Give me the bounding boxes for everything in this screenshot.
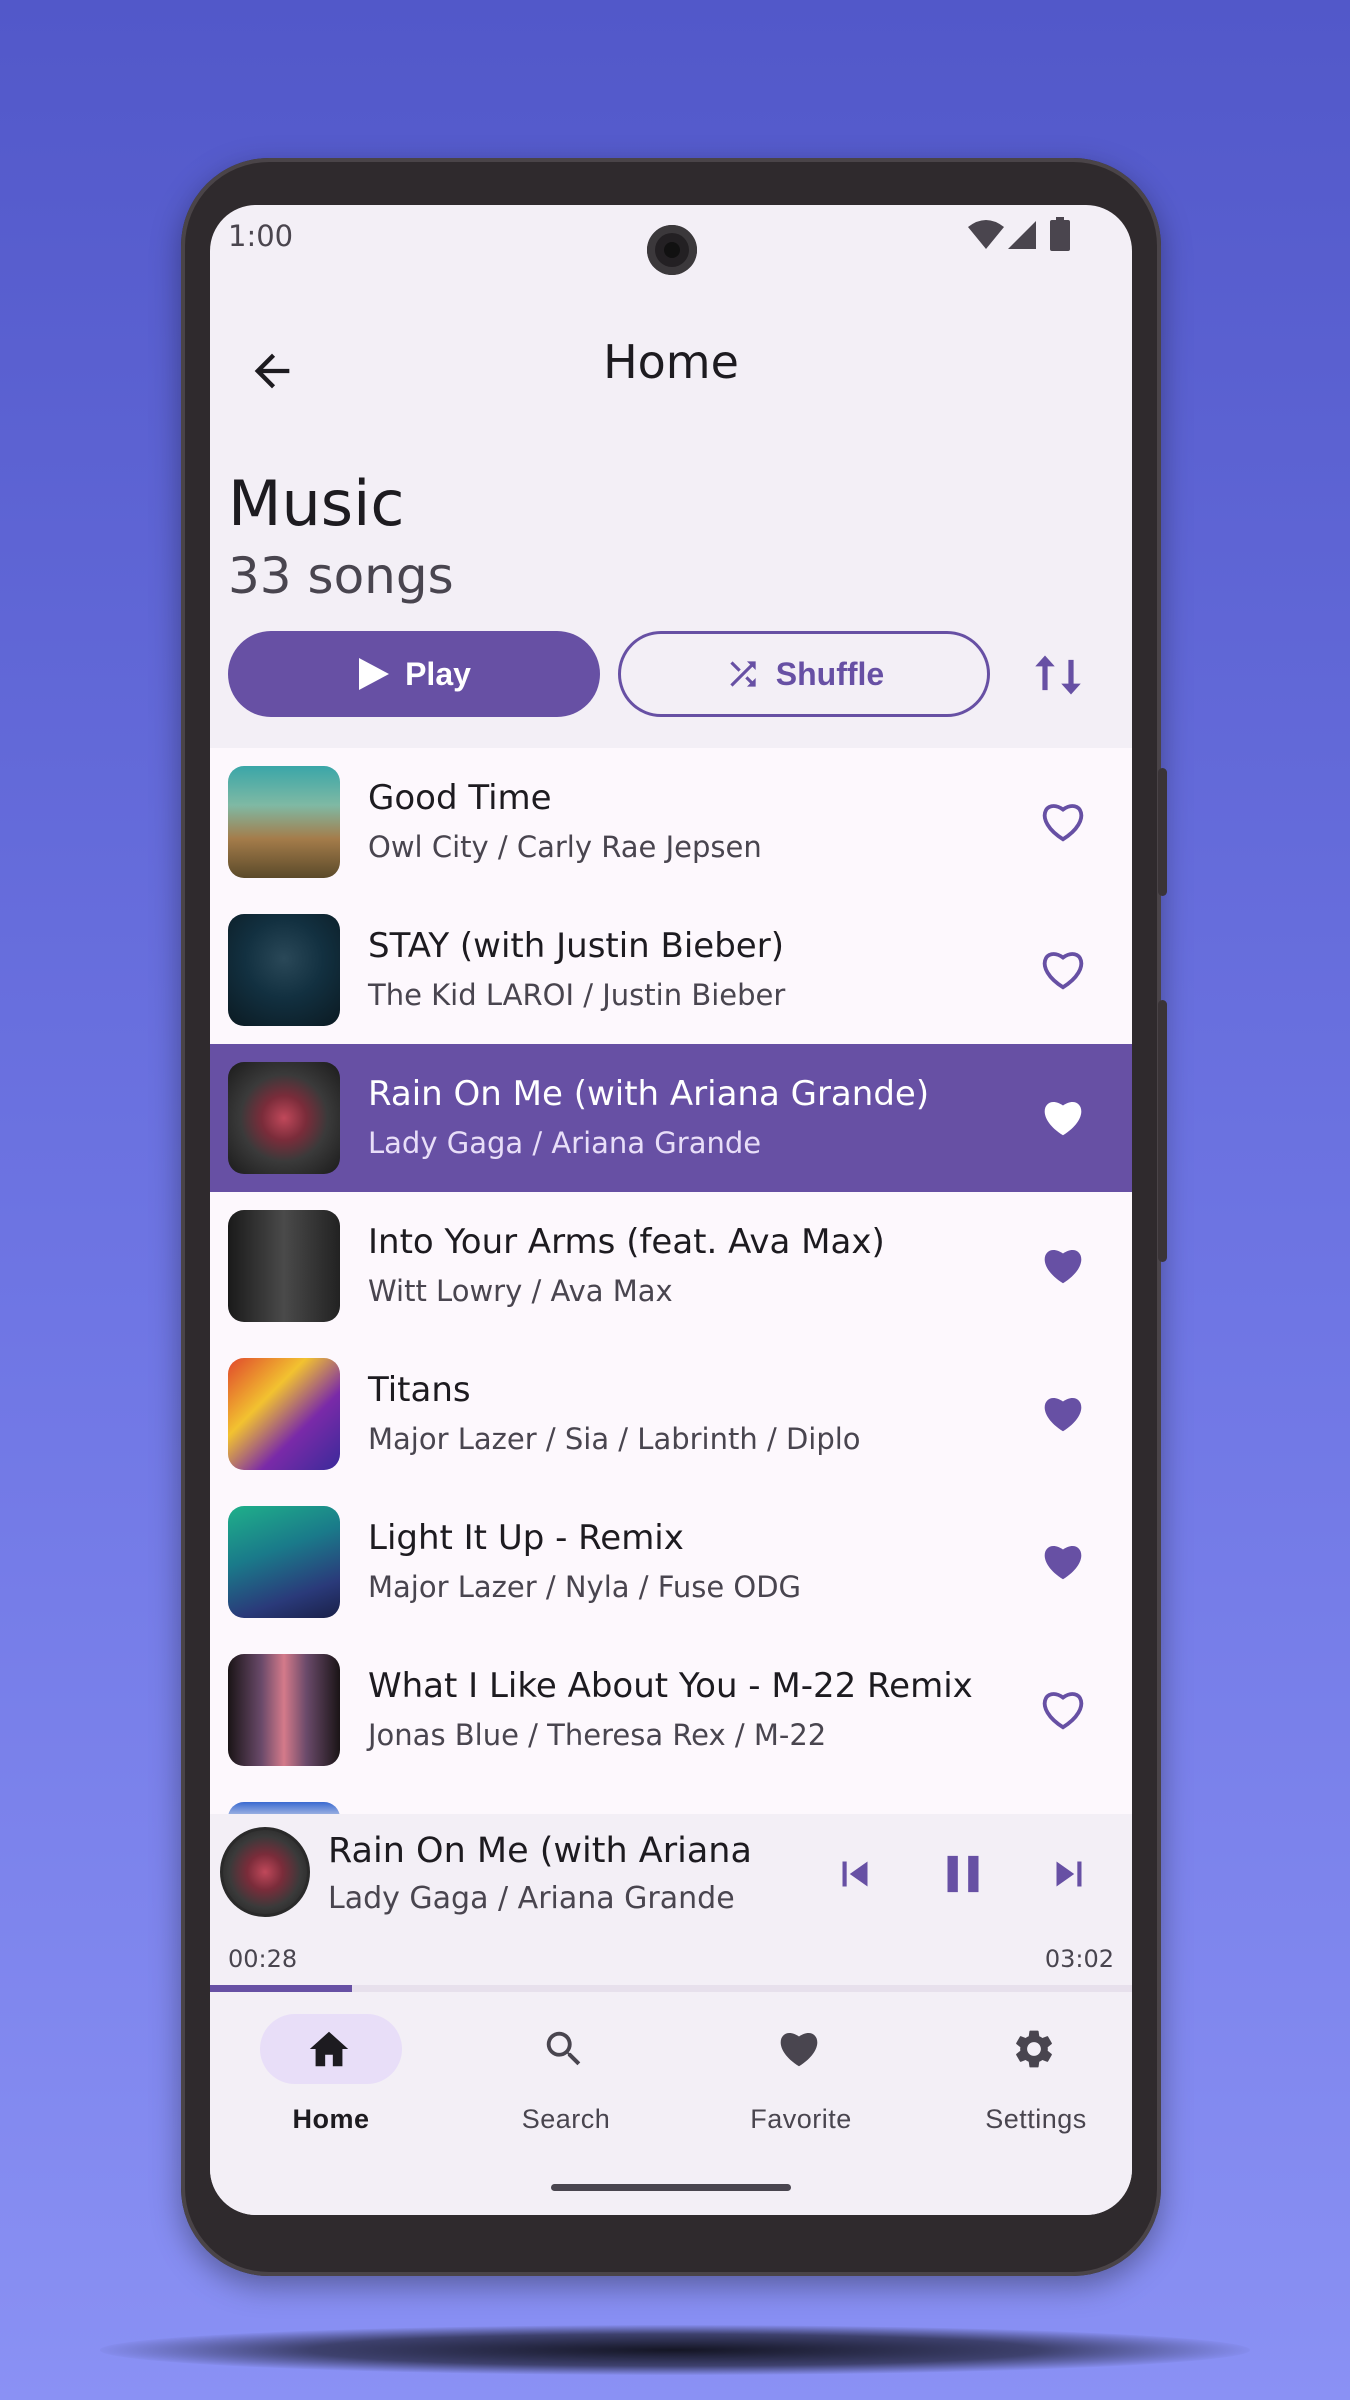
battery-icon bbox=[1050, 217, 1070, 251]
nav-item-home[interactable]: Home bbox=[224, 2012, 424, 2142]
song-title: What I Like About You - M-22 Remix bbox=[368, 1666, 973, 1706]
nav-label-home: Home bbox=[292, 2104, 370, 2134]
bottom-navigation: Home Search Favorite Settings bbox=[210, 1992, 1132, 2215]
shuffle-icon bbox=[730, 661, 756, 687]
search-icon bbox=[546, 2031, 581, 2066]
song-row-partial[interactable] bbox=[210, 1784, 1132, 1814]
status-time: 1:00 bbox=[228, 219, 294, 253]
play-button-label: Play bbox=[405, 655, 471, 692]
device-shadow bbox=[100, 2325, 1250, 2375]
elapsed-time: 00:28 bbox=[228, 1945, 298, 1973]
song-row[interactable]: What I Like About You - M-22 Remix Jonas… bbox=[210, 1636, 1132, 1784]
shuffle-button[interactable]: Shuffle bbox=[618, 631, 990, 717]
heart-filled-icon[interactable] bbox=[1040, 1096, 1086, 1140]
song-row[interactable]: Light It Up - Remix Major Lazer / Nyla /… bbox=[210, 1488, 1132, 1636]
song-row-active[interactable]: Rain On Me (with Ariana Grande) Lady Gag… bbox=[210, 1044, 1132, 1192]
gear-icon bbox=[1016, 2030, 1052, 2068]
heart-outline-icon[interactable] bbox=[1040, 1688, 1086, 1732]
song-row[interactable]: Titans Major Lazer / Sia / Labrinth / Di… bbox=[210, 1340, 1132, 1488]
song-title: Into Your Arms (feat. Ava Max) bbox=[368, 1222, 885, 1262]
total-duration: 03:02 bbox=[1044, 1945, 1114, 1973]
nav-item-favorite[interactable]: Favorite bbox=[694, 2012, 894, 2142]
song-artist: The Kid LAROI / Justin Bieber bbox=[368, 978, 786, 1012]
now-playing-title: Rain On Me (with Ariana bbox=[328, 1831, 752, 1871]
sort-icon[interactable] bbox=[1032, 649, 1084, 701]
album-art bbox=[228, 1210, 340, 1322]
album-art bbox=[228, 1802, 340, 1814]
song-row[interactable]: STAY (with Justin Bieber) The Kid LAROI … bbox=[210, 896, 1132, 1044]
song-title: Good Time bbox=[368, 778, 552, 818]
nav-label-settings: Settings bbox=[985, 2104, 1087, 2134]
pause-icon[interactable] bbox=[932, 1843, 994, 1905]
app-screen: 1:00 Home Music 33 songs Play Shuffle Go… bbox=[210, 205, 1132, 2215]
album-art bbox=[228, 1506, 340, 1618]
nav-label-favorite: Favorite bbox=[750, 2104, 852, 2134]
skip-previous-icon[interactable] bbox=[830, 1849, 880, 1899]
home-icon bbox=[309, 2031, 349, 2067]
album-art bbox=[228, 766, 340, 878]
skip-next-icon[interactable] bbox=[1044, 1849, 1094, 1899]
song-title: Light It Up - Remix bbox=[368, 1518, 684, 1558]
phone-volume-button bbox=[1158, 1000, 1167, 1262]
section-title: Music bbox=[228, 467, 405, 540]
progress-fill bbox=[210, 1985, 352, 1992]
now-playing-art bbox=[220, 1827, 310, 1917]
front-camera bbox=[647, 225, 697, 275]
shuffle-button-label: Shuffle bbox=[775, 655, 885, 692]
song-list: Good Time Owl City / Carly Rae Jepsen ST… bbox=[210, 748, 1132, 1814]
song-artist: Jonas Blue / Theresa Rex / M-22 bbox=[368, 1718, 827, 1752]
album-art bbox=[228, 1358, 340, 1470]
heart-icon bbox=[780, 2033, 818, 2067]
song-title: Titans bbox=[368, 1370, 471, 1410]
song-artist: Major Lazer / Nyla / Fuse ODG bbox=[368, 1570, 802, 1604]
signal-icon bbox=[1008, 221, 1036, 249]
song-artist: Major Lazer / Sia / Labrinth / Diplo bbox=[368, 1422, 861, 1456]
album-art bbox=[228, 914, 340, 1026]
now-playing-artist: Lady Gaga / Ariana Grande bbox=[328, 1881, 735, 1916]
song-row[interactable]: Good Time Owl City / Carly Rae Jepsen bbox=[210, 748, 1132, 896]
song-artist: Lady Gaga / Ariana Grande bbox=[368, 1126, 762, 1160]
song-artist: Owl City / Carly Rae Jepsen bbox=[368, 830, 762, 864]
nav-item-search[interactable]: Search bbox=[459, 2012, 659, 2142]
album-art bbox=[228, 1654, 340, 1766]
song-title: Rain On Me (with Ariana Grande) bbox=[368, 1074, 930, 1114]
song-artist: Witt Lowry / Ava Max bbox=[368, 1274, 673, 1308]
play-button[interactable]: Play bbox=[228, 631, 600, 717]
nav-label-search: Search bbox=[521, 2104, 611, 2134]
song-count: 33 songs bbox=[228, 547, 454, 605]
mini-player[interactable]: Rain On Me (with Ariana Lady Gaga / Aria… bbox=[210, 1817, 1132, 2012]
play-icon bbox=[359, 658, 390, 690]
heart-outline-icon[interactable] bbox=[1040, 800, 1086, 844]
heart-outline-icon[interactable] bbox=[1040, 948, 1086, 992]
wifi-icon bbox=[968, 220, 1004, 249]
album-art bbox=[228, 1062, 340, 1174]
song-title: STAY (with Justin Bieber) bbox=[368, 926, 784, 966]
heart-filled-icon[interactable] bbox=[1040, 1540, 1086, 1584]
heart-filled-icon[interactable] bbox=[1040, 1244, 1086, 1288]
playback-progress[interactable] bbox=[210, 1985, 1132, 1992]
heart-filled-icon[interactable] bbox=[1040, 1392, 1086, 1436]
gesture-home-bar[interactable] bbox=[551, 2184, 791, 2191]
song-row[interactable]: Into Your Arms (feat. Ava Max) Witt Lowr… bbox=[210, 1192, 1132, 1340]
page-title: Home bbox=[603, 335, 739, 389]
phone-side-button bbox=[1158, 768, 1167, 896]
nav-item-settings[interactable]: Settings bbox=[929, 2012, 1129, 2142]
